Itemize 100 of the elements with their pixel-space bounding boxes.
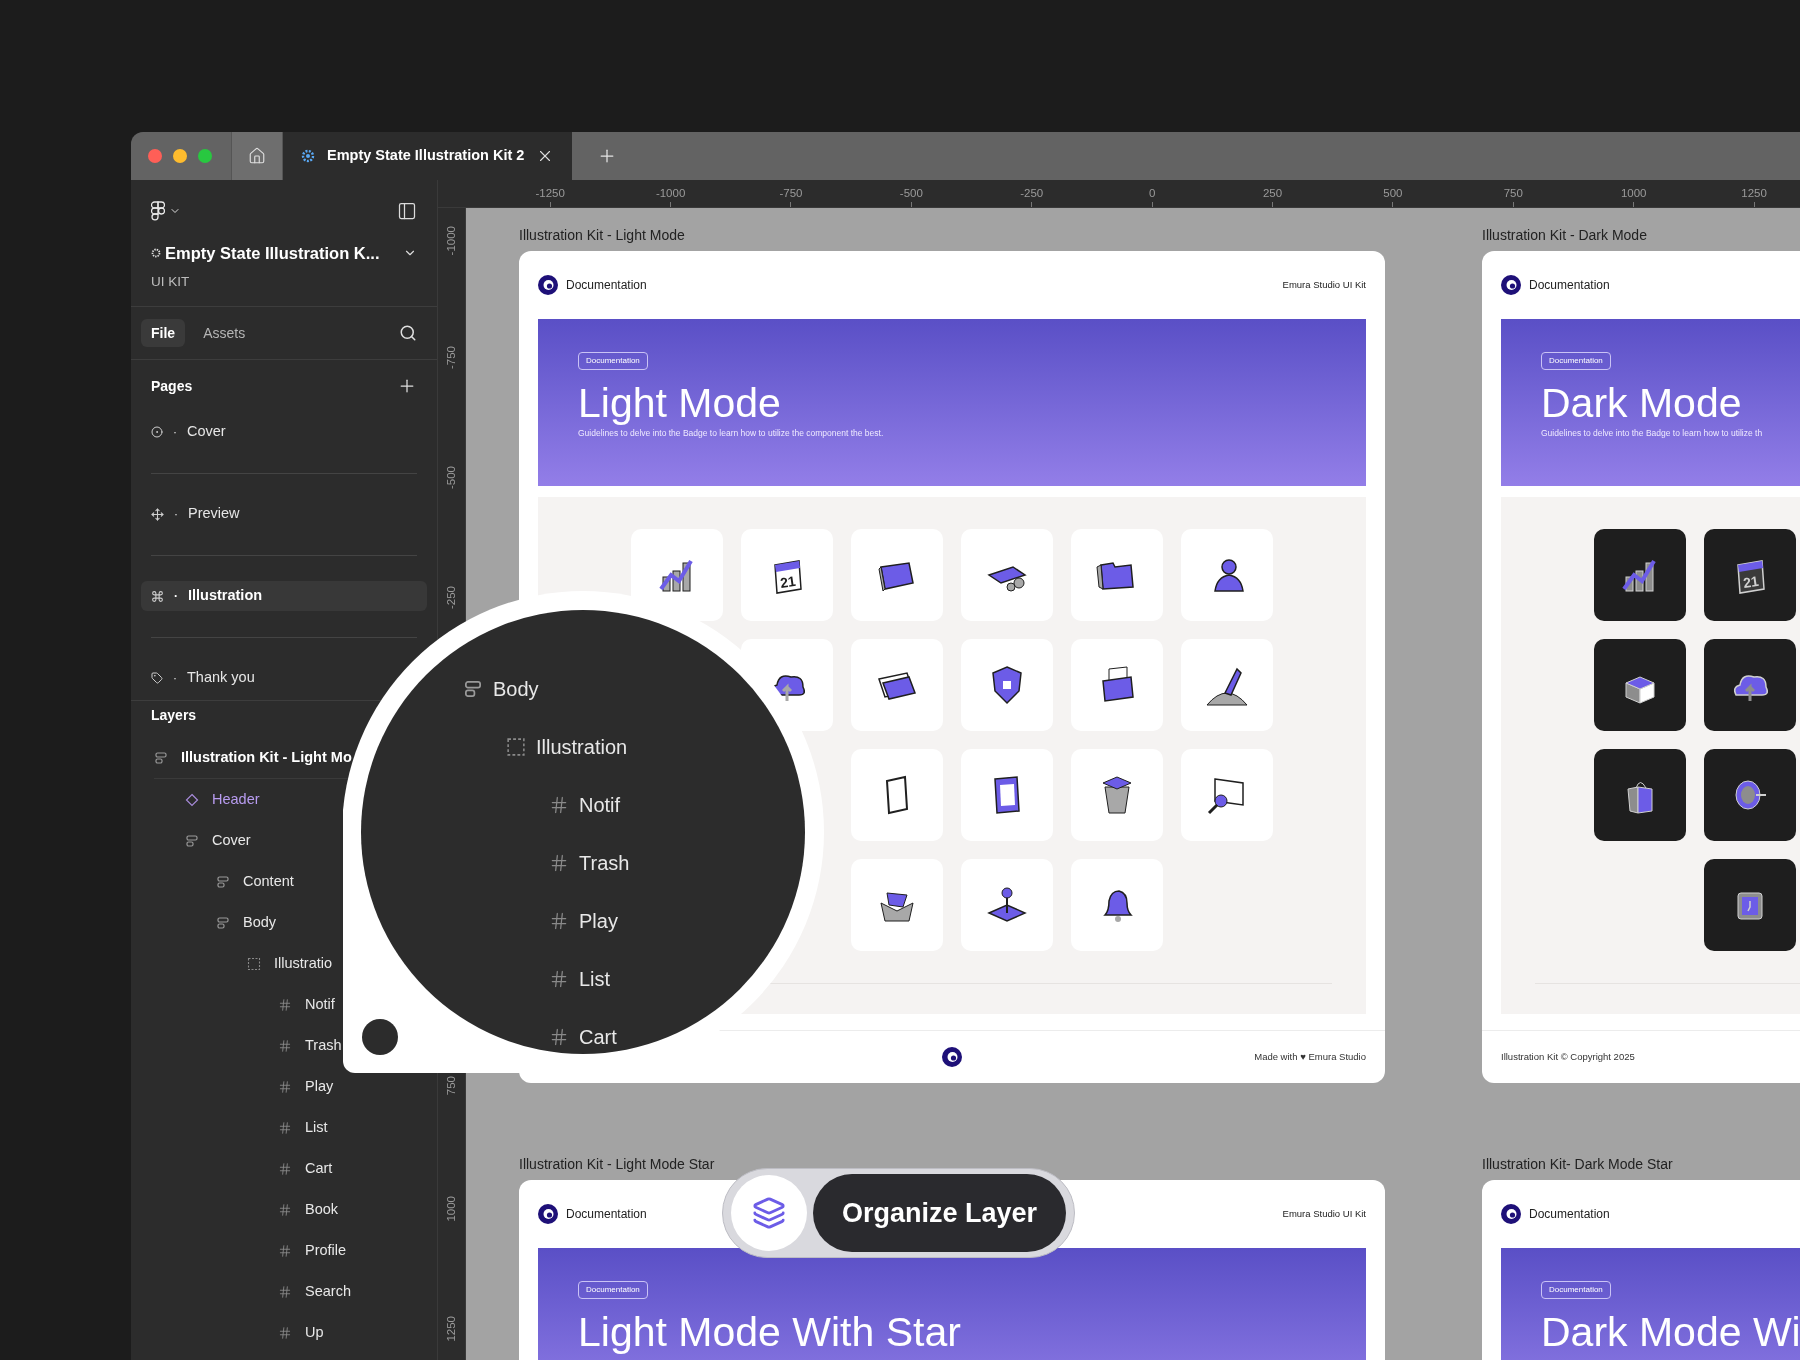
illustration-tile[interactable]	[1594, 529, 1686, 621]
illustration-tile[interactable]	[1704, 749, 1796, 841]
illustration-tile[interactable]	[961, 859, 1053, 951]
page-item[interactable]: · Cover	[141, 417, 230, 447]
ruler-label: 1000	[1620, 186, 1647, 200]
home-tab[interactable]	[231, 132, 283, 180]
ruler-label: -250	[443, 586, 458, 610]
layer-name[interactable]: Cart	[579, 1022, 617, 1052]
frame-label[interactable]: Illustration Kit - Light Mode Star	[519, 1155, 1385, 1173]
layer-name[interactable]: Body	[243, 911, 277, 934]
app-logo-icon[interactable]	[151, 201, 165, 221]
kit-name: Emura Studio UI Kit	[1282, 277, 1366, 292]
illustration-tile[interactable]	[961, 749, 1053, 841]
layer-name[interactable]: Trash	[305, 1034, 342, 1057]
illustration-tile[interactable]	[1181, 529, 1273, 621]
panel-tab[interactable]: Assets	[193, 319, 256, 347]
illustration-tile[interactable]: 21	[741, 529, 833, 621]
hero-title: Light Mode	[578, 379, 781, 427]
layer-name[interactable]: Cart	[305, 1157, 333, 1180]
layer-name[interactable]: Illustration	[536, 732, 628, 762]
layer-name[interactable]: Illustratio	[274, 952, 333, 975]
dashed-frame-icon	[247, 956, 261, 971]
layer-name[interactable]: Content	[243, 870, 294, 893]
illustration-tile[interactable]	[961, 639, 1053, 731]
illustration-tile[interactable]	[1704, 859, 1796, 951]
tag-icon	[151, 672, 163, 684]
frame-label[interactable]: Illustration Kit- Dark Mode Star	[1482, 1155, 1800, 1173]
hero-subtitle: Guidelines to delve into the Badge to learn how to utilize the component the best.	[578, 427, 884, 440]
ruler-label: 750	[1503, 186, 1523, 200]
illustration-tile[interactable]: 21	[1704, 529, 1796, 621]
layer-name[interactable]: Body	[493, 674, 539, 704]
auto-layout-icon	[216, 874, 230, 889]
logo-icon	[538, 1204, 558, 1224]
layer-name[interactable]: List	[305, 1116, 328, 1139]
zoom-window-button[interactable]	[198, 149, 212, 163]
layer-name[interactable]: Search	[305, 1280, 351, 1303]
frame-label[interactable]: Illustration Kit - Dark Mode	[1482, 226, 1800, 244]
illustration-tile[interactable]	[851, 749, 943, 841]
page-item[interactable]: · Illustration	[141, 581, 427, 611]
ruler-label: -250	[1020, 186, 1044, 200]
layer-name[interactable]: Play	[305, 1075, 334, 1098]
layer-name[interactable]: Book	[305, 1198, 339, 1221]
illustration-tile[interactable]	[1704, 639, 1796, 731]
illustration-tile[interactable]	[1071, 749, 1163, 841]
layer-name[interactable]: Up	[305, 1321, 324, 1344]
badge: Documentation	[1541, 1281, 1611, 1299]
brand-name: Documentation	[566, 277, 647, 294]
minimize-window-button[interactable]	[173, 149, 187, 163]
illustration-tile[interactable]	[1071, 529, 1163, 621]
brand-name: Documentation	[1529, 277, 1610, 294]
gear-icon	[301, 149, 315, 163]
layer-name[interactable]: Notif	[305, 993, 335, 1016]
layer-name[interactable]: Profile	[305, 1239, 347, 1262]
layer-name[interactable]: Trash	[579, 848, 630, 878]
logo-icon	[1501, 1204, 1521, 1224]
illustration-tile[interactable]	[851, 859, 943, 951]
panel-tab[interactable]: File	[141, 319, 186, 347]
ruler-label: 1250	[443, 1316, 458, 1342]
dashed-frame-icon	[506, 737, 526, 757]
layer-name[interactable]: Cover	[212, 829, 251, 852]
illustration-tile[interactable]	[1071, 639, 1163, 731]
ruler-label: -1000	[443, 226, 458, 256]
layer-name[interactable]: List	[579, 964, 611, 994]
home-icon	[248, 147, 266, 165]
callout-label: Organize Layer	[813, 1174, 1066, 1252]
hero-subtitle: Guidelines to delve into the Badge to learn how to utilize th	[1541, 427, 1763, 440]
layer-name[interactable]: Header	[212, 788, 260, 811]
badge: Documentation	[578, 1281, 648, 1299]
illustration-tile[interactable]	[1594, 639, 1686, 731]
document-tab[interactable]: Empty State Illustration Kit 2	[283, 132, 573, 180]
gear-icon	[151, 248, 161, 259]
frame-icon	[278, 1079, 292, 1094]
auto-layout-icon	[185, 833, 199, 848]
layer-name[interactable]: Illustration Kit - Light Mo	[181, 747, 352, 769]
target-icon	[151, 426, 163, 438]
frame-label[interactable]: Illustration Kit - Light Mode	[519, 226, 1385, 244]
file-type: UI KIT	[151, 272, 191, 291]
frame-icon	[278, 1202, 292, 1217]
frame-icon	[549, 911, 569, 931]
search-icon[interactable]	[399, 324, 417, 342]
page-item[interactable]: · Preview	[141, 499, 244, 529]
ruler-label: -1000	[655, 186, 686, 200]
illustration-tile[interactable]	[961, 529, 1053, 621]
sidebar-toggle-icon[interactable]	[397, 201, 417, 221]
component-icon	[185, 792, 199, 807]
page-item[interactable]: · Thank you	[141, 663, 259, 693]
illustration-tile[interactable]	[1594, 749, 1686, 841]
credit-text: Made with ♥ Emura Studio	[1254, 1049, 1366, 1064]
kit-name: Emura Studio UI Kit	[1282, 1206, 1366, 1221]
layer-name[interactable]: Play	[579, 906, 618, 936]
file-name[interactable]: Empty State Illustration K...	[165, 241, 380, 266]
illustration-tile[interactable]	[1181, 749, 1273, 841]
illustration-tile[interactable]	[851, 529, 943, 621]
illustration-tile[interactable]	[1071, 859, 1163, 951]
layer-name[interactable]: Notif	[579, 790, 621, 820]
section-title: Pages	[151, 376, 193, 396]
illustration-tile[interactable]	[1181, 639, 1273, 731]
logo-icon	[538, 275, 558, 295]
logo-icon	[1501, 275, 1521, 295]
illustration-tile[interactable]	[851, 639, 943, 731]
